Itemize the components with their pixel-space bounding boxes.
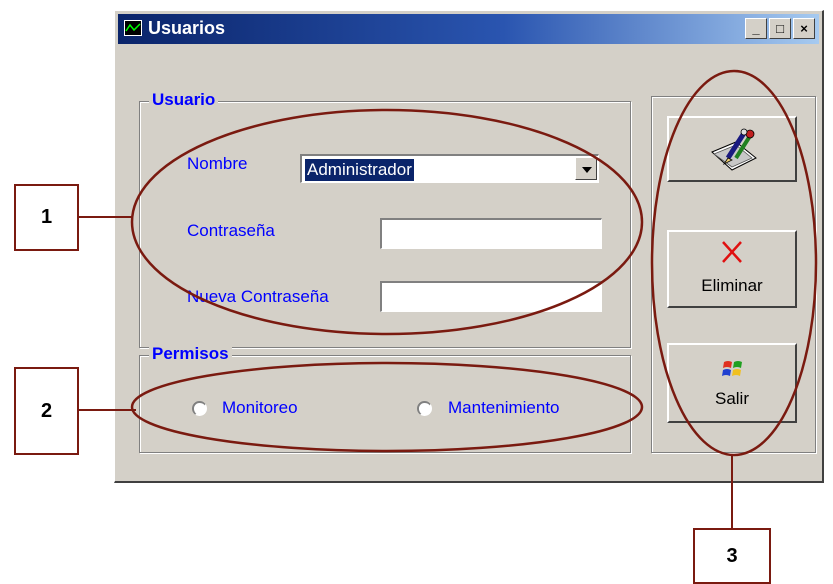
callout-box-1: 1 — [14, 184, 79, 251]
callout-line-3 — [731, 455, 733, 528]
annotation-ellipse-1 — [130, 108, 644, 336]
callout-line-1 — [79, 216, 133, 218]
callout-box-2: 2 — [14, 367, 79, 455]
annotation-overlay — [130, 69, 818, 457]
annotation-ellipse-2 — [130, 361, 644, 453]
annotation-ellipse-3 — [650, 69, 818, 457]
callout-box-3: 3 — [693, 528, 771, 584]
callout-line-2 — [78, 409, 136, 411]
